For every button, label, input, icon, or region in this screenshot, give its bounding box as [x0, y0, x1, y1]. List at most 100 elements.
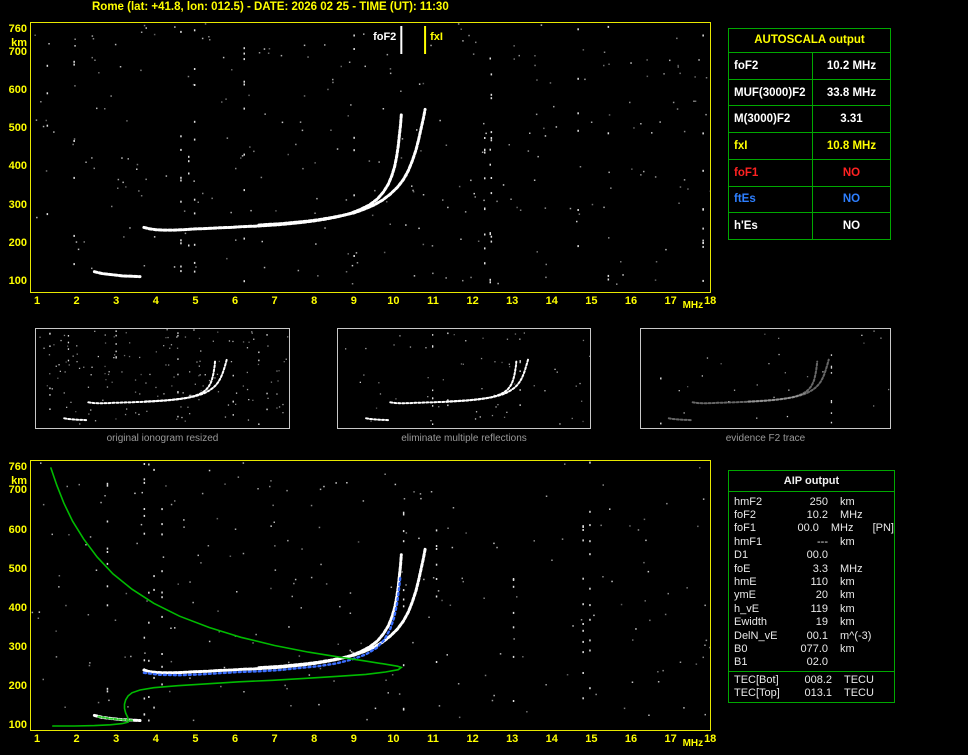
param-note: [PN]	[872, 522, 894, 535]
x-tick-label: 11	[427, 733, 439, 745]
param-label: M(3000)F2	[729, 106, 813, 133]
param-row: foF2 10.2 MHz	[729, 53, 890, 80]
x-tick-label: 3	[113, 295, 120, 307]
param-row: MUF(3000)F2 33.8 MHz	[729, 79, 890, 107]
aip-table-rows: hmF2 250 km foF2 10.2 MHz foF1 00.0 MHz [PN] hmF1-…	[729, 492, 894, 669]
x-tick-label: 9	[350, 295, 357, 307]
param-value: 00.0	[806, 549, 828, 562]
param-label: foF1	[729, 159, 813, 186]
x-tick-label: 18	[704, 733, 717, 745]
autoscala-table-rows: foF2 10.2 MHz MUF(3000)F2 33.8 MHz M(3000)F2…	[729, 53, 890, 240]
bottom-ionogram-plot	[30, 460, 711, 731]
param-name: hmE	[734, 576, 757, 589]
x-tick-label: 12	[466, 733, 479, 745]
y-tick-label: 600	[8, 84, 27, 97]
aip-table-title: AIP output	[729, 471, 894, 492]
fxi-marker-label: fxI	[430, 31, 443, 43]
param-name: foF2	[734, 509, 757, 522]
param-unit: TECU	[844, 674, 874, 687]
param-unit: km	[840, 642, 855, 655]
param-value: NO	[842, 193, 861, 206]
aip-param-row: foE 3.3 MHz	[734, 562, 894, 575]
param-value: 10.2	[806, 509, 828, 522]
param-row: foF1 NO	[729, 159, 890, 187]
thumbnail-filtered-svg	[345, 332, 591, 425]
x-tick-label: 5	[192, 295, 199, 307]
Es-trace	[667, 417, 692, 422]
param-unit: km	[840, 576, 855, 589]
x-tick-label: 5	[192, 733, 199, 745]
aip-param-row: foF2 10.2 MHz	[734, 508, 894, 521]
x-tick-label: 9	[350, 733, 357, 745]
x-tick-label: 1	[33, 295, 41, 307]
tec-row: TEC[Top] 013.1 TECU	[734, 687, 894, 700]
aip-param-row: D1 00.0	[734, 549, 894, 562]
Es-trace	[92, 270, 142, 279]
param-name: hmF1	[734, 535, 763, 548]
x-tick-label: 11	[427, 295, 439, 307]
x-tick-label: 2	[73, 295, 80, 307]
y-tick-label: 500	[8, 562, 27, 575]
param-name: TEC[Bot]	[734, 674, 779, 687]
noise-dots	[660, 330, 890, 425]
aip-param-row: hmF2 250 km	[734, 495, 894, 508]
param-value: 3.3	[812, 562, 828, 575]
param-name: h_vE	[734, 602, 760, 615]
param-value: ---	[817, 535, 828, 548]
x-tick-label: 13	[506, 733, 519, 745]
param-name: hmF2	[734, 495, 763, 508]
aip-param-row: B0 077.0 km	[734, 642, 894, 655]
x-tick-label: 4	[152, 295, 159, 307]
x-tick-label: 6	[231, 295, 239, 307]
aip-param-row: foF1 00.0 MHz [PN]	[734, 522, 894, 535]
y-tick-label: 100	[8, 274, 27, 287]
aip-param-row: B1 02.0	[734, 656, 894, 669]
x-tick-label: 1	[33, 733, 41, 745]
param-unit: TECU	[844, 686, 874, 699]
param-unit: MHz	[840, 509, 863, 522]
electron-density-profile	[50, 467, 404, 727]
aip-param-row: hmE 110 km	[734, 575, 894, 588]
param-value: 008.2	[804, 674, 832, 687]
Es-trace	[92, 713, 142, 722]
param-value: 10.8 MHz	[826, 140, 877, 153]
y-axis-unit: km	[11, 37, 27, 49]
y-tick-label: 100	[8, 718, 27, 731]
param-name: B0	[734, 642, 748, 655]
param-value: 02.0	[806, 656, 828, 669]
param-label: fxI	[729, 133, 813, 159]
y-tick-label: 400	[8, 601, 27, 614]
y-tick-label: 500	[8, 122, 27, 135]
x-tick-label: 10	[387, 733, 400, 745]
page-title: Rome (lat: +41.8, lon: 012.5) - DATE: 20…	[92, 1, 449, 13]
Es-trace	[63, 417, 88, 422]
x-tick-label: 16	[624, 295, 638, 307]
x-tick-label: 7	[271, 295, 278, 307]
y-tick-label: 300	[8, 198, 27, 211]
x-tick-label: 8	[311, 295, 318, 307]
param-unit: MHz	[840, 562, 863, 575]
O-trace	[87, 360, 216, 405]
thumbnail-original-svg	[39, 329, 289, 425]
param-value: 00.0	[797, 522, 819, 535]
param-value: 00.1	[806, 629, 828, 642]
param-value: 20	[815, 589, 828, 602]
param-row: fxI 10.8 MHz	[729, 133, 890, 160]
noise-dots	[39, 329, 289, 425]
x-tick-label: 6	[231, 733, 239, 745]
x-tick-label: 15	[585, 295, 598, 307]
y-tick-label: 200	[8, 236, 27, 249]
x-tick-label: 17	[664, 295, 677, 307]
thumbnail-caption-original: original ionogram resized	[106, 433, 219, 444]
param-name: B1	[734, 656, 748, 669]
aip-param-row: hmF1 --- km	[734, 535, 894, 548]
Es-trace	[365, 417, 390, 422]
param-unit: km	[840, 602, 855, 615]
x-axis-unit: MHz	[682, 300, 704, 311]
x-tick-label: 13	[506, 295, 519, 307]
top-plot-svg: foF2 fxI	[34, 23, 712, 285]
param-value: 110	[810, 576, 828, 589]
param-value: 10.2 MHz	[826, 59, 877, 72]
x-tick-label: 18	[704, 295, 717, 307]
param-unit: MHz	[830, 522, 854, 535]
